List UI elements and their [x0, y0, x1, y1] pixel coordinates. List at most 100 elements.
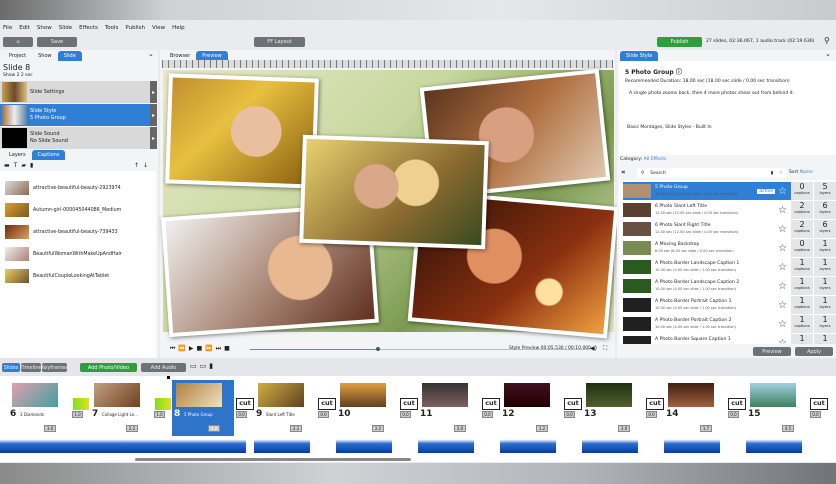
- transition-cut[interactable]: cut: [728, 398, 746, 410]
- tab-project[interactable]: Project: [3, 51, 33, 61]
- transition-duration[interactable]: 0.0: [236, 411, 247, 418]
- tab-slide-style[interactable]: Slide Style: [620, 51, 659, 61]
- transition-duration[interactable]: 0.0: [482, 411, 493, 418]
- playback-controls[interactable]: ⏮⏪▶■⏩⏭■: [170, 345, 233, 353]
- effect-item[interactable]: A Photo Border Portrait Caption 2 10.00 s…: [623, 315, 791, 333]
- transition-duration[interactable]: 0.0: [646, 411, 657, 418]
- star-icon[interactable]: ☆: [778, 224, 787, 235]
- slide-tile[interactable]: 7 Collage Light Le... 2.2: [90, 380, 152, 436]
- add-audio-button[interactable]: Add Audio: [141, 363, 186, 372]
- tab-layers[interactable]: Layers: [3, 150, 32, 160]
- slide-duration[interactable]: 3.0: [454, 425, 466, 432]
- publish-button[interactable]: Publish: [657, 37, 702, 47]
- transition-thumbnail[interactable]: [73, 398, 89, 410]
- slide-duration[interactable]: 1.2: [536, 425, 548, 432]
- move-up-icon[interactable]: ↑: [134, 162, 143, 169]
- transition-duration[interactable]: 0.0: [728, 411, 739, 418]
- effect-item[interactable]: A Photo Border Landscape Caption 2 10.00 …: [623, 277, 791, 295]
- transition-cut[interactable]: cut: [646, 398, 664, 410]
- effect-item[interactable]: A Photo Border Landscape Caption 1 10.00 …: [623, 258, 791, 276]
- trash-icon[interactable]: ▮: [30, 162, 37, 169]
- category-select[interactable]: All Effects: [644, 157, 667, 162]
- tab-slides[interactable]: Slides: [2, 363, 20, 372]
- slide-tile[interactable]: 13 3.0: [582, 380, 644, 436]
- list-item[interactable]: attractive-beautiful-beauty-2923974: [5, 181, 121, 195]
- volume-icon[interactable]: ◀): [590, 345, 597, 352]
- list-item[interactable]: BeautifulWomanWithMakeUpAndHair: [5, 247, 122, 261]
- filter-icon[interactable]: ▮: [771, 171, 773, 176]
- star-icon[interactable]: ☆: [778, 262, 787, 273]
- menu-effects[interactable]: Effects: [79, 25, 98, 31]
- effect-item[interactable]: A Photo Border Portrait Caption 1 10.00 s…: [623, 296, 791, 314]
- fast-forward-icon[interactable]: ⏩: [205, 345, 215, 352]
- slide-tile[interactable]: 11 3.0: [418, 380, 480, 436]
- effect-item[interactable]: 5 Photo Group 18.00 sec (18.00 sec slide …: [623, 182, 791, 200]
- star-icon[interactable]: ☆: [778, 205, 787, 216]
- tab-show[interactable]: Show: [32, 51, 58, 61]
- add-photo-video-button[interactable]: Add Photo/Video: [80, 363, 137, 372]
- layout-icon[interactable]: ▭: [200, 362, 210, 370]
- sort-select[interactable]: Name: [800, 170, 813, 175]
- slide-tile[interactable]: 6 3 Diamonds 3.0: [8, 380, 70, 436]
- menu-edit[interactable]: Edit: [19, 25, 30, 31]
- slide-tile[interactable]: 12 1.2: [500, 380, 562, 436]
- menu-help[interactable]: Help: [172, 25, 185, 31]
- star-icon[interactable]: ☆: [778, 319, 787, 330]
- slide-settings-row[interactable]: Slide Settings ▸: [0, 81, 157, 103]
- play-icon[interactable]: ▸: [150, 127, 157, 149]
- stop-icon[interactable]: ■: [197, 345, 206, 352]
- transition-thumbnail[interactable]: [155, 398, 171, 410]
- collapse-icon[interactable]: «: [621, 168, 626, 176]
- star-icon[interactable]: ☆: [778, 338, 787, 345]
- slide-duration[interactable]: 2.2: [208, 425, 220, 432]
- transition-cut[interactable]: cut: [318, 398, 336, 410]
- transition-cut[interactable]: cut: [236, 398, 254, 410]
- effect-item[interactable]: A Photo Border Square Caption 1 10.00 sec…: [623, 334, 791, 344]
- transition-cut[interactable]: cut: [400, 398, 418, 410]
- tab-keyframes[interactable]: Keyframes: [41, 363, 68, 372]
- slide-tile[interactable]: 15 4.5: [746, 380, 808, 436]
- transition-duration[interactable]: 0.0: [400, 411, 411, 418]
- play-icon[interactable]: ▸: [150, 81, 157, 103]
- clear-icon[interactable]: ✕: [779, 171, 783, 176]
- slide-duration[interactable]: 2.2: [372, 425, 384, 432]
- slide-duration[interactable]: 1.7: [700, 425, 712, 432]
- list-item[interactable]: Autumn-girl-000045044086_Medium: [5, 203, 121, 217]
- transition-duration[interactable]: 0.0: [810, 411, 821, 418]
- tab-slide[interactable]: Slide: [57, 51, 82, 61]
- slider-handle[interactable]: [375, 347, 380, 351]
- transition-duration[interactable]: 0.0: [318, 411, 329, 418]
- star-icon[interactable]: ☆: [778, 243, 787, 254]
- slide-sound-row[interactable]: Slide Sound No Slide Sound ▸: [0, 127, 157, 149]
- slide-tile[interactable]: 10 2.2: [336, 380, 398, 436]
- save-button[interactable]: Save: [37, 37, 77, 47]
- transition-cut[interactable]: cut: [810, 398, 828, 410]
- rewind-icon[interactable]: ⏪: [178, 345, 188, 352]
- effect-item[interactable]: 6 Photo Slant Right Title 12.00 sec (12.0…: [623, 220, 791, 238]
- transition-cut[interactable]: cut: [482, 398, 500, 410]
- menu-view[interactable]: View: [152, 25, 165, 31]
- list-item[interactable]: attractive-beautiful-beauty-739433: [5, 225, 118, 239]
- menu-tools[interactable]: Tools: [105, 25, 119, 31]
- search-input[interactable]: ⚲ Search ▮ ✕: [637, 168, 787, 178]
- star-icon[interactable]: ☆: [778, 186, 787, 197]
- menu-show[interactable]: Show: [37, 25, 52, 31]
- skip-end-icon[interactable]: ⏭: [216, 345, 224, 352]
- effect-item[interactable]: A Moving Backdrop 8.00 sec (8.00 sec slid…: [623, 239, 791, 257]
- caption-icon[interactable]: ▭: [190, 362, 200, 370]
- slide-style-row[interactable]: Slide Style 5 Photo Group ▸: [0, 104, 157, 126]
- slide-tile[interactable]: 8 5 Photo Group 2.2: [172, 380, 234, 436]
- playhead[interactable]: [167, 376, 170, 379]
- timeline-scrollbar[interactable]: [135, 458, 411, 461]
- effect-item[interactable]: 6 Photo Slant Left Title 12.00 sec (12.00…: [623, 201, 791, 219]
- slide-tile[interactable]: 14 1.7: [664, 380, 726, 436]
- list-item[interactable]: BeautifulCoupleLookingAtTablet: [5, 269, 109, 283]
- layer-tools[interactable]: ▬T▰▮: [4, 162, 37, 169]
- play-icon[interactable]: ▶: [189, 345, 197, 352]
- star-icon[interactable]: ☆: [778, 300, 787, 311]
- folder-icon[interactable]: ▰: [21, 162, 30, 169]
- apply-button[interactable]: Apply: [795, 347, 833, 356]
- chevron-down-icon[interactable]: ⌄: [825, 50, 831, 58]
- transition-duration[interactable]: 1.0: [154, 411, 165, 418]
- slide-duration[interactable]: 2.2: [126, 425, 138, 432]
